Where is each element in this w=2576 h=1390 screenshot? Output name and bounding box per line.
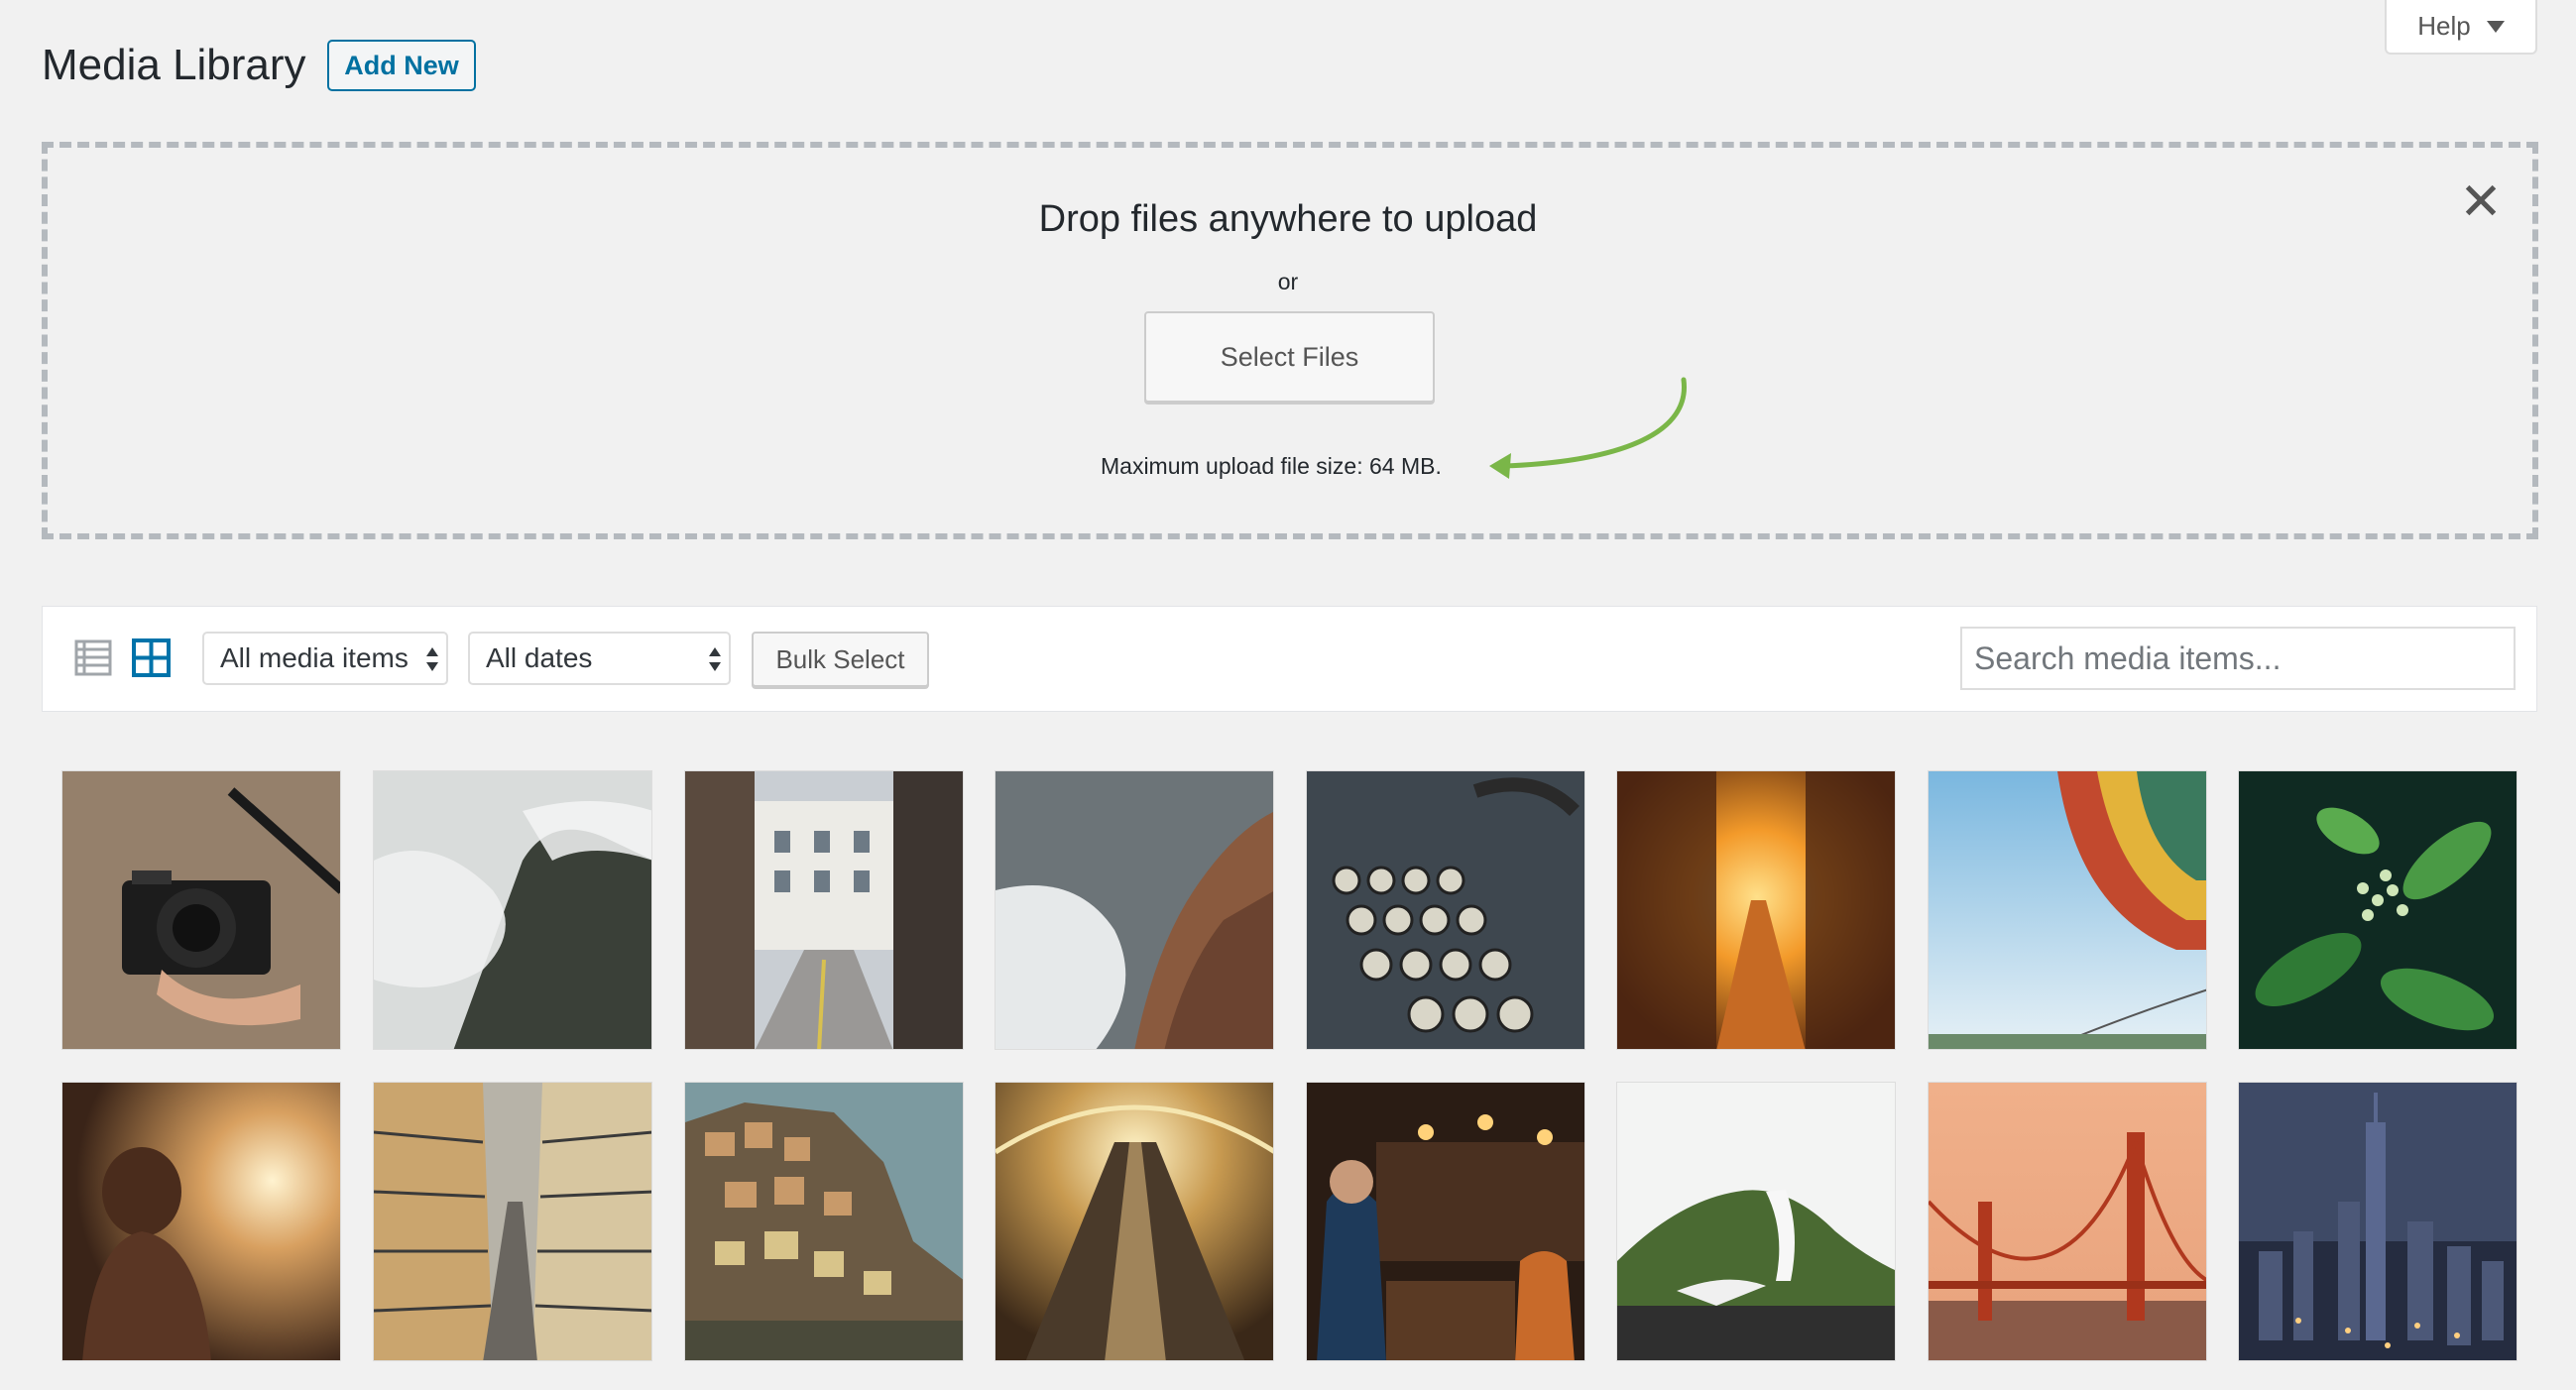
media-item[interactable] xyxy=(684,1082,964,1361)
hot-air-balloon-image xyxy=(1929,771,2206,1049)
date-filter-value: All dates xyxy=(486,642,593,673)
drop-instructions: Drop files anywhere to upload xyxy=(1038,198,1538,240)
busy-cafe-image xyxy=(1307,1083,1584,1360)
city-street-buildings-image xyxy=(685,771,963,1049)
woman-in-sunlight-image xyxy=(62,1083,340,1360)
media-item[interactable] xyxy=(995,770,1274,1050)
media-item[interactable] xyxy=(1616,1082,1896,1361)
help-tab[interactable]: Help xyxy=(2385,0,2537,55)
media-type-filter-value: All media items xyxy=(220,642,409,673)
city-skyline-dusk-image xyxy=(2239,1083,2517,1360)
green-plant-image xyxy=(2239,771,2517,1049)
date-filter[interactable]: All dates xyxy=(468,632,731,685)
media-item[interactable] xyxy=(61,1082,341,1361)
search-input[interactable] xyxy=(1960,627,2516,690)
list-view-icon[interactable] xyxy=(74,639,114,677)
grid-view-icon[interactable] xyxy=(132,638,172,678)
media-item[interactable] xyxy=(1306,770,1585,1050)
golden-gate-bridge-image xyxy=(1929,1083,2206,1360)
green-hill-snow-image xyxy=(1617,1083,1895,1360)
media-type-filter[interactable]: All media items xyxy=(202,632,448,685)
media-item[interactable] xyxy=(2238,770,2517,1050)
media-item[interactable] xyxy=(995,1082,1274,1361)
media-item[interactable] xyxy=(1928,770,2207,1050)
bulk-select-button[interactable]: Bulk Select xyxy=(752,632,929,687)
or-separator: or xyxy=(1277,269,1299,294)
help-label: Help xyxy=(2417,11,2471,41)
media-item[interactable] xyxy=(373,770,652,1050)
media-item[interactable] xyxy=(373,1082,652,1361)
media-item[interactable] xyxy=(1306,1082,1585,1361)
page-title: Media Library xyxy=(42,41,306,89)
media-item[interactable] xyxy=(2238,1082,2517,1361)
misty-mountain-forest-image xyxy=(374,771,651,1049)
caret-down-icon xyxy=(2486,20,2505,33)
select-arrows-icon xyxy=(709,647,721,671)
cliffside-village-image xyxy=(685,1083,963,1360)
media-item[interactable] xyxy=(1616,770,1896,1050)
media-item[interactable] xyxy=(61,770,341,1050)
add-new-button[interactable]: Add New xyxy=(327,40,476,91)
max-upload-size: Maximum upload file size: 64 MB. xyxy=(1101,453,1442,479)
media-item[interactable] xyxy=(684,770,964,1050)
narrow-street-balconies-image xyxy=(374,1083,651,1360)
annotation-arrow-icon xyxy=(1489,377,1687,479)
waves-on-rocks-image xyxy=(995,771,1273,1049)
select-files-button[interactable]: Select Files xyxy=(1144,311,1435,403)
media-item[interactable] xyxy=(1928,1082,2207,1361)
camera-in-hands-image xyxy=(62,771,340,1049)
escalator-tunnel-image xyxy=(995,1083,1273,1360)
select-arrows-icon xyxy=(426,647,438,671)
vintage-typewriter-image xyxy=(1307,771,1584,1049)
sunset-alley-image xyxy=(1617,771,1895,1049)
